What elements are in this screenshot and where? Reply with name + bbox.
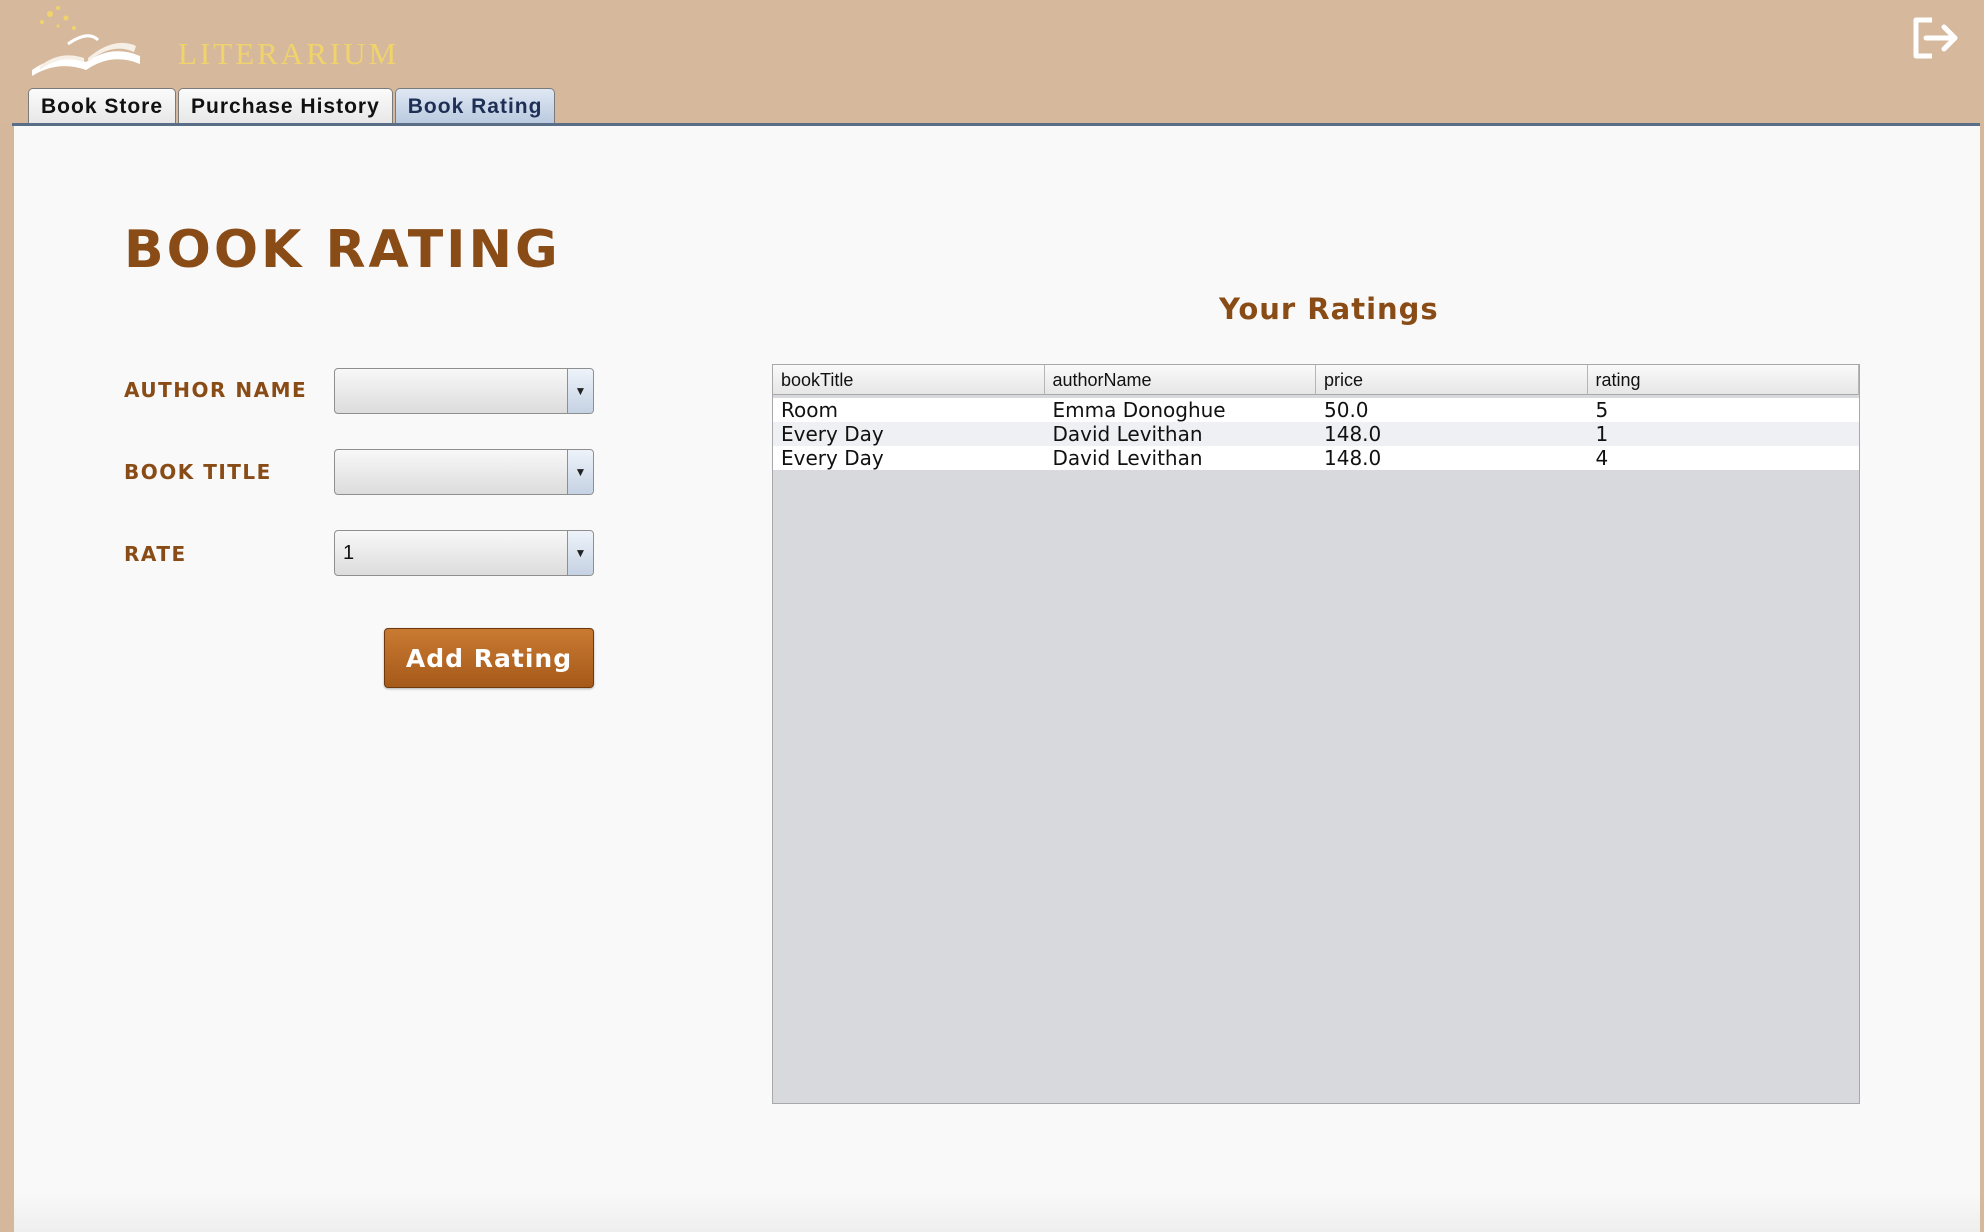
rate-value: 1: [343, 541, 355, 564]
author-name-label: AUTHOR NAME: [124, 378, 308, 402]
table-row[interactable]: Every Day David Levithan 148.0 1: [773, 422, 1859, 446]
book-title-select[interactable]: ▼: [334, 449, 594, 495]
chevron-down-icon: ▼: [567, 450, 593, 494]
app-window: LITERARIUM Book Store Purchase History B…: [0, 0, 1984, 1232]
table-body: Room Emma Donoghue 50.0 5 Every Day Davi…: [773, 398, 1859, 470]
app-header: LITERARIUM Book Store Purchase History B…: [0, 0, 1984, 126]
table-row[interactable]: Every Day David Levithan 148.0 4: [773, 446, 1859, 470]
cell-book-title: Every Day: [781, 446, 884, 470]
cell-rating: 5: [1595, 398, 1609, 422]
open-book-logo-icon: [32, 6, 140, 76]
rate-select[interactable]: 1 ▼: [334, 530, 594, 576]
cell-book-title: Every Day: [781, 422, 884, 446]
column-header-price[interactable]: price: [1316, 365, 1588, 395]
author-name-select[interactable]: ▼: [334, 368, 594, 414]
brand-name: LITERARIUM: [178, 36, 400, 71]
column-header-book-title[interactable]: bookTitle: [773, 365, 1045, 395]
cell-price: 50.0: [1324, 398, 1369, 422]
cell-author-name: David Levithan: [1052, 422, 1203, 446]
add-rating-button[interactable]: Add Rating: [384, 628, 594, 688]
cell-author-name: Emma Donoghue: [1052, 398, 1226, 422]
column-header-author-name[interactable]: authorName: [1045, 365, 1316, 395]
logout-icon: [1913, 17, 1958, 59]
tab-bar: Book Store Purchase History Book Rating: [28, 88, 557, 124]
cell-author-name: David Levithan: [1052, 446, 1203, 470]
ratings-title: Your Ratings: [1219, 292, 1439, 326]
cell-rating: 4: [1595, 446, 1609, 470]
chevron-down-icon: ▼: [567, 369, 593, 413]
page-title: BOOK RATING: [124, 220, 561, 280]
ratings-table[interactable]: bookTitle authorName price rating Room E…: [772, 364, 1860, 1104]
book-title-label: BOOK TITLE: [124, 460, 272, 484]
app-logo: LITERARIUM: [28, 4, 396, 76]
cell-price: 148.0: [1324, 446, 1382, 470]
column-header-rating[interactable]: rating: [1588, 365, 1859, 395]
panel-footer-shade: [14, 1192, 1980, 1232]
cell-price: 148.0: [1324, 422, 1382, 446]
cell-book-title: Room: [781, 398, 838, 422]
window-edge: [0, 126, 14, 1232]
table-row[interactable]: Room Emma Donoghue 50.0 5: [773, 398, 1859, 422]
book-rating-panel: BOOK RATING AUTHOR NAME ▼ BOOK TITLE ▼ R…: [14, 126, 1980, 1232]
rate-label: RATE: [124, 542, 187, 566]
cell-rating: 1: [1595, 422, 1609, 446]
tab-purchase-history[interactable]: Purchase History: [178, 88, 393, 124]
logout-button[interactable]: [1910, 14, 1960, 62]
chevron-down-icon: ▼: [567, 531, 593, 575]
tab-book-store[interactable]: Book Store: [28, 88, 177, 124]
tab-book-rating[interactable]: Book Rating: [394, 88, 556, 124]
table-header: bookTitle authorName price rating: [773, 365, 1859, 395]
